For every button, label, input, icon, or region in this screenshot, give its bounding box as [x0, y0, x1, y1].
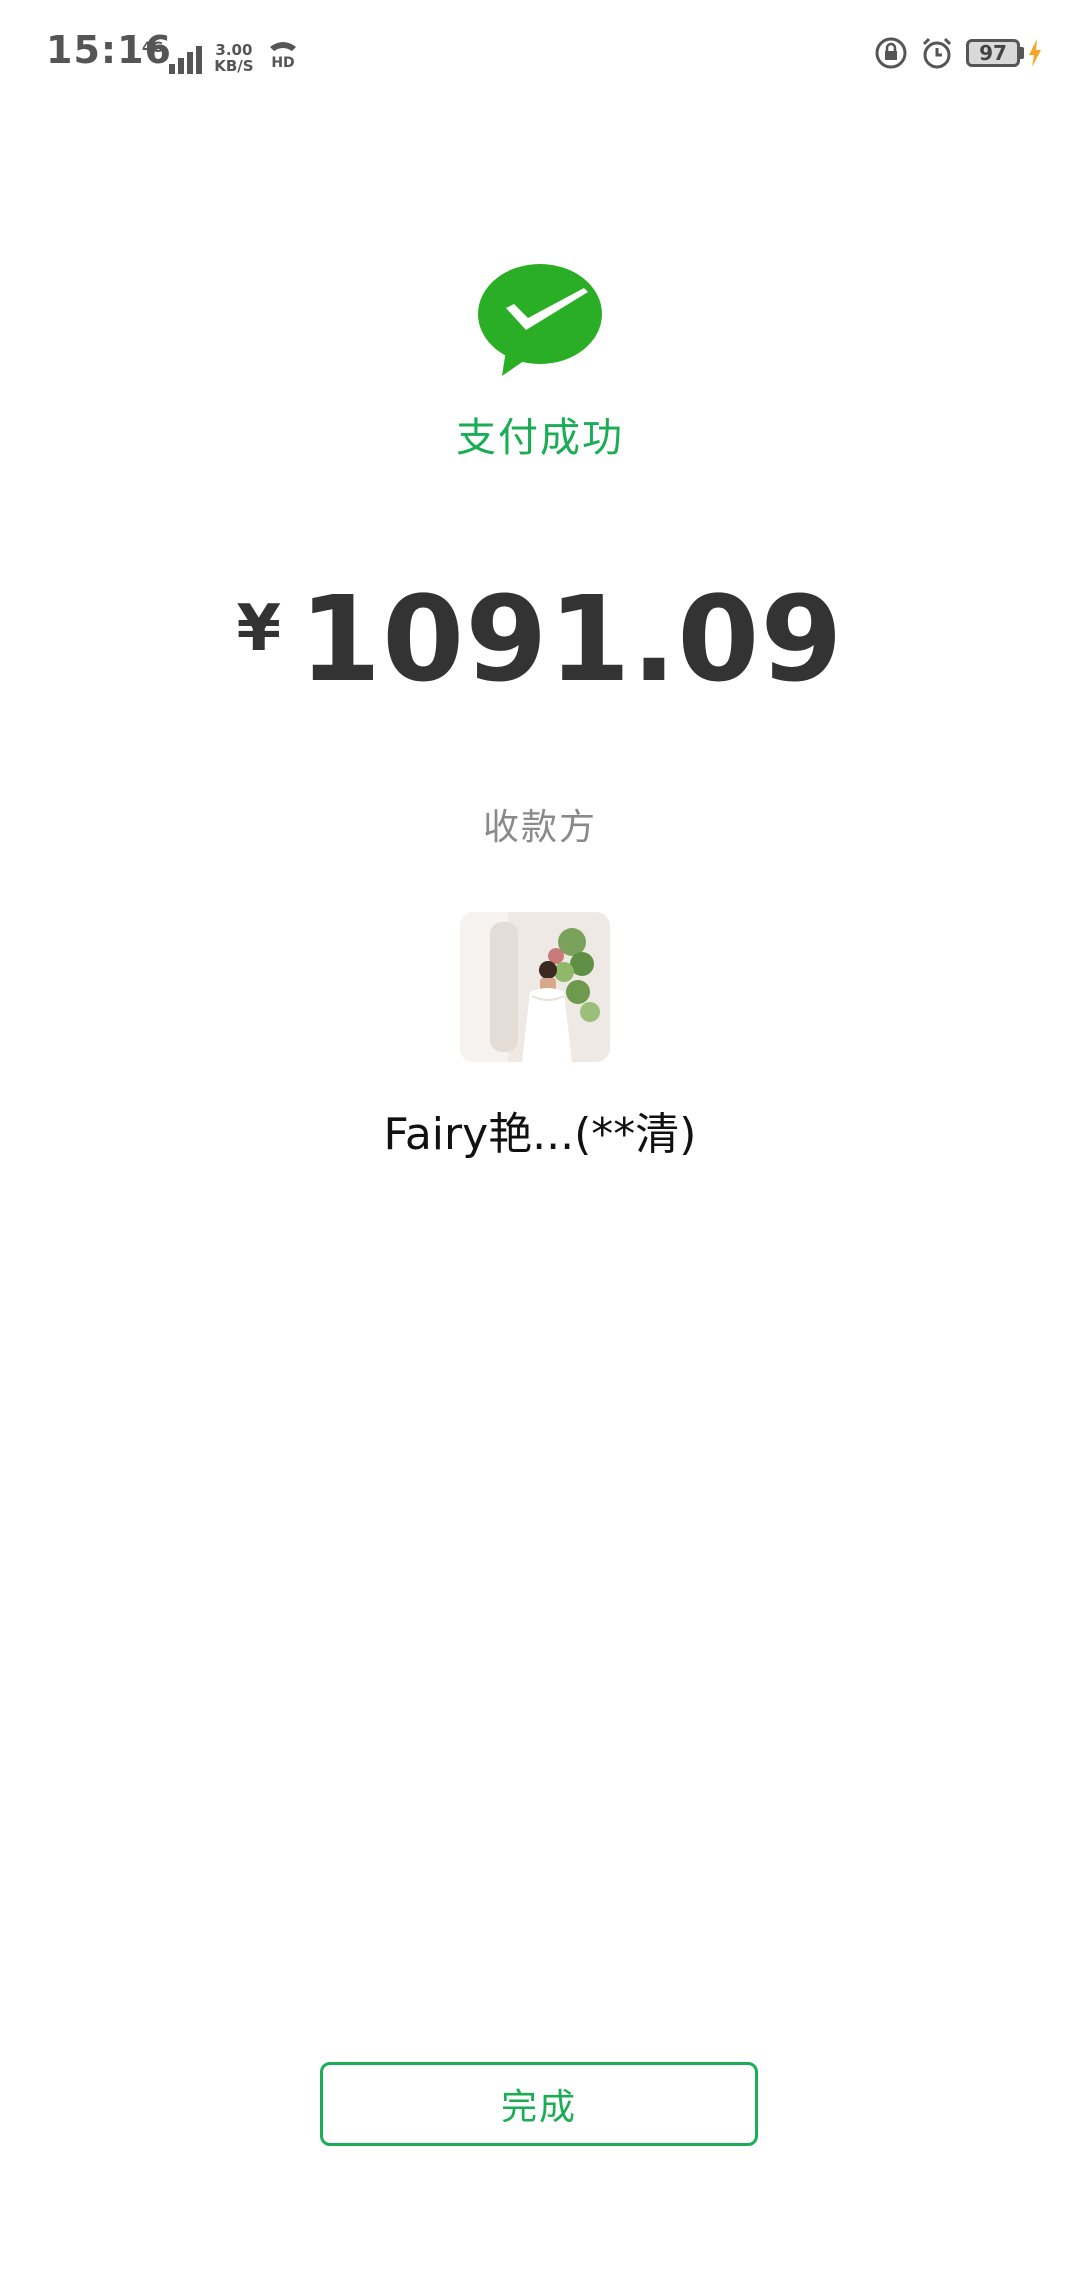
alarm-icon: [922, 37, 952, 69]
network-speed: 3.00 KB/S: [214, 42, 253, 74]
payment-amount: ¥1091.09: [0, 570, 1080, 708]
hd-call-icon: HD: [266, 35, 300, 74]
wechat-pay-success-icon: [478, 264, 602, 376]
lock-rotation-icon: [875, 37, 907, 69]
charging-icon: [1029, 39, 1041, 67]
avatar-photo: [460, 912, 610, 1062]
done-button[interactable]: 完成: [320, 2062, 758, 2146]
status-right-icons: 97: [874, 36, 1042, 70]
currency-symbol: ¥: [236, 592, 282, 666]
battery-icon: 97: [966, 39, 1024, 67]
battery-cap: [1020, 47, 1024, 59]
network-speed-value: 3.00: [215, 41, 253, 59]
network-speed-unit: KB/S: [214, 57, 254, 75]
signal-icon: [169, 44, 203, 74]
status-bar: 15:16 4G 3.00 KB/S HD 97: [0, 0, 1080, 110]
payee-label: 收款方: [482, 807, 597, 848]
payment-success-title: 支付成功: [456, 415, 624, 461]
hd-phone-glyph: HD: [269, 42, 296, 71]
payee-name: Fairy艳...(**清): [383, 1109, 697, 1160]
status-left-icons: 4G 3.00 KB/S HD: [142, 34, 300, 74]
payee-avatar: [460, 912, 610, 1062]
amount-value: 1091.09: [299, 570, 844, 708]
battery-level: 97: [966, 39, 1020, 67]
network-type-label: 4G: [142, 40, 164, 56]
hd-label: HD: [271, 55, 294, 69]
